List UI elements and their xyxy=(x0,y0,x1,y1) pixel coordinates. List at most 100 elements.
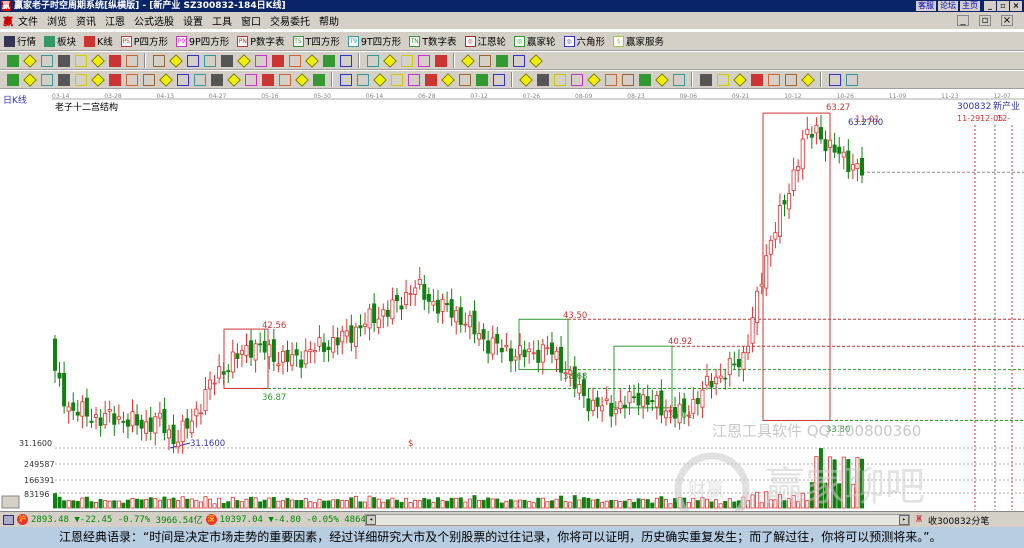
tb2-tool-icon[interactable] xyxy=(236,53,251,68)
kline-chart[interactable]: 日K线 03-14 03-28 04-13 04-27 05-16 05-30 06-14 06… xyxy=(0,89,1024,528)
tb3-tool-icon[interactable] xyxy=(372,72,387,87)
tb2-tool-icon[interactable] xyxy=(271,54,284,67)
toolbar-button-2[interactable]: K线 xyxy=(84,34,113,48)
tb2-tool-icon[interactable] xyxy=(254,54,267,67)
menu-news[interactable]: 资讯 xyxy=(76,13,96,28)
toolbar-button-8[interactable]: TN T数字表 xyxy=(409,34,457,48)
tb3-tool-icon[interactable] xyxy=(176,73,189,86)
tb3-tool-icon[interactable] xyxy=(440,72,455,87)
tb2-tool-icon[interactable] xyxy=(460,53,475,68)
tb3-tool-icon[interactable] xyxy=(6,73,19,86)
tb3-tool-icon[interactable] xyxy=(193,73,206,86)
tb3-tool-icon[interactable] xyxy=(244,73,257,86)
tb3-tool-icon[interactable] xyxy=(294,72,309,87)
tb3-tool-icon[interactable] xyxy=(278,73,291,86)
toolbar-button-3[interactable]: PS P四方形 xyxy=(120,34,168,48)
child-close-button[interactable]: × xyxy=(1001,15,1013,26)
tb2-tool-icon[interactable] xyxy=(22,53,37,68)
tb3-tool-icon[interactable] xyxy=(732,72,747,87)
calculator-icon[interactable] xyxy=(3,514,14,525)
tb2-tool-icon[interactable] xyxy=(6,54,19,67)
tb3-tool-icon[interactable] xyxy=(604,73,617,86)
toolbar-button-12[interactable]: $ 赢家服务 xyxy=(613,34,664,48)
tb2-tool-icon[interactable] xyxy=(322,54,335,67)
tb3-tool-icon[interactable] xyxy=(492,73,505,86)
tb2-tool-icon[interactable] xyxy=(288,54,301,67)
tb3-tool-icon[interactable] xyxy=(356,73,369,86)
toolbar-button-11[interactable]: ◎ 六角形 xyxy=(563,34,605,48)
tb3-tool-icon[interactable] xyxy=(672,73,685,86)
menu-trade[interactable]: 交易委托 xyxy=(270,13,310,28)
customer-service-link[interactable]: 客服 xyxy=(916,1,936,11)
tb3-tool-icon[interactable] xyxy=(800,72,815,87)
tb3-tool-icon[interactable] xyxy=(22,72,37,87)
scroll-left-icon[interactable]: ◂ xyxy=(366,515,376,525)
tb2-tool-icon[interactable] xyxy=(512,54,525,67)
tb3-tool-icon[interactable] xyxy=(226,72,241,87)
tb2-tool-icon[interactable] xyxy=(90,53,105,68)
menu-window[interactable]: 窗口 xyxy=(241,13,261,28)
tb3-tool-icon[interactable] xyxy=(125,73,138,86)
tb2-tool-icon[interactable] xyxy=(168,53,183,68)
child-minimize-button[interactable]: _ xyxy=(957,15,969,26)
minimize-button[interactable]: _ xyxy=(984,1,996,11)
menu-file[interactable]: 文件 xyxy=(18,13,38,28)
tb3-tool-icon[interactable] xyxy=(424,73,437,86)
tb3-tool-icon[interactable] xyxy=(586,72,601,87)
tb3-tool-icon[interactable] xyxy=(654,72,669,87)
toolbar-button-1[interactable]: 板块 xyxy=(44,34,76,48)
menu-help[interactable]: 帮助 xyxy=(319,13,339,28)
tb3-tool-icon[interactable] xyxy=(475,73,488,86)
tb3-tool-icon[interactable] xyxy=(621,73,634,86)
tb3-tool-icon[interactable] xyxy=(699,73,712,86)
tb2-tool-icon[interactable] xyxy=(478,54,491,67)
tb2-tool-icon[interactable] xyxy=(125,54,138,67)
tb3-tool-icon[interactable] xyxy=(90,72,105,87)
tb3-tool-icon[interactable] xyxy=(108,73,121,86)
toolbar-button-9[interactable]: ◎ 江恩轮 xyxy=(464,34,506,48)
tb2-tool-icon[interactable] xyxy=(434,54,447,67)
tb3-tool-icon[interactable] xyxy=(784,73,797,86)
tb2-tool-icon[interactable] xyxy=(528,53,543,68)
tb3-tool-icon[interactable] xyxy=(638,73,651,86)
tb3-tool-icon[interactable] xyxy=(158,72,173,87)
tb2-tool-icon[interactable] xyxy=(220,54,233,67)
tb3-tool-icon[interactable] xyxy=(553,73,566,86)
tb2-tool-icon[interactable] xyxy=(57,54,70,67)
tb3-tool-icon[interactable] xyxy=(845,73,858,86)
tb2-tool-icon[interactable] xyxy=(186,54,199,67)
horizontal-scrollbar[interactable]: ◂ ▸ xyxy=(365,514,910,526)
toolbar-button-5[interactable]: PN P数字表 xyxy=(237,34,285,48)
tb3-tool-icon[interactable] xyxy=(210,73,223,86)
tb2-tool-icon[interactable] xyxy=(366,54,379,67)
tb3-tool-icon[interactable] xyxy=(828,73,841,86)
tb3-tool-icon[interactable] xyxy=(261,73,274,86)
homepage-link[interactable]: 主页 xyxy=(960,1,980,11)
tb3-tool-icon[interactable] xyxy=(518,72,533,87)
menu-formula[interactable]: 公式选股 xyxy=(134,13,174,28)
tb2-tool-icon[interactable] xyxy=(74,54,87,67)
restore-button[interactable]: ▫ xyxy=(997,1,1009,11)
tb3-tool-icon[interactable] xyxy=(40,73,53,86)
chart-canvas[interactable]: 日K线 03-14 03-28 04-13 04-27 05-16 05-30 06-14 06… xyxy=(0,89,1024,528)
toolbar-button-6[interactable]: TS T四方形 xyxy=(292,34,340,48)
tb3-tool-icon[interactable] xyxy=(536,73,549,86)
tb2-tool-icon[interactable] xyxy=(417,54,430,67)
tb2-tool-icon[interactable] xyxy=(40,54,53,67)
tb3-tool-icon[interactable] xyxy=(750,73,763,86)
menu-gann[interactable]: 江恩 xyxy=(105,13,125,28)
tb3-tool-icon[interactable] xyxy=(57,73,70,86)
menu-browse[interactable]: 浏览 xyxy=(47,13,67,28)
tb3-tool-icon[interactable] xyxy=(142,73,155,86)
forum-link[interactable]: 论坛 xyxy=(938,1,958,11)
tb2-tool-icon[interactable] xyxy=(304,53,319,68)
toolbar-button-7[interactable]: T9 9T四方形 xyxy=(347,34,401,48)
toolbar-button-4[interactable]: P9 9P四方形 xyxy=(176,34,229,48)
toolbar-button-0[interactable]: 行情 xyxy=(4,34,36,48)
tb2-tool-icon[interactable] xyxy=(495,54,508,67)
scroll-right-icon[interactable]: ▸ xyxy=(899,515,909,525)
tb3-tool-icon[interactable] xyxy=(390,73,403,86)
menu-settings[interactable]: 设置 xyxy=(183,13,203,28)
tb3-tool-icon[interactable] xyxy=(767,73,780,86)
tb3-tool-icon[interactable] xyxy=(716,73,729,86)
